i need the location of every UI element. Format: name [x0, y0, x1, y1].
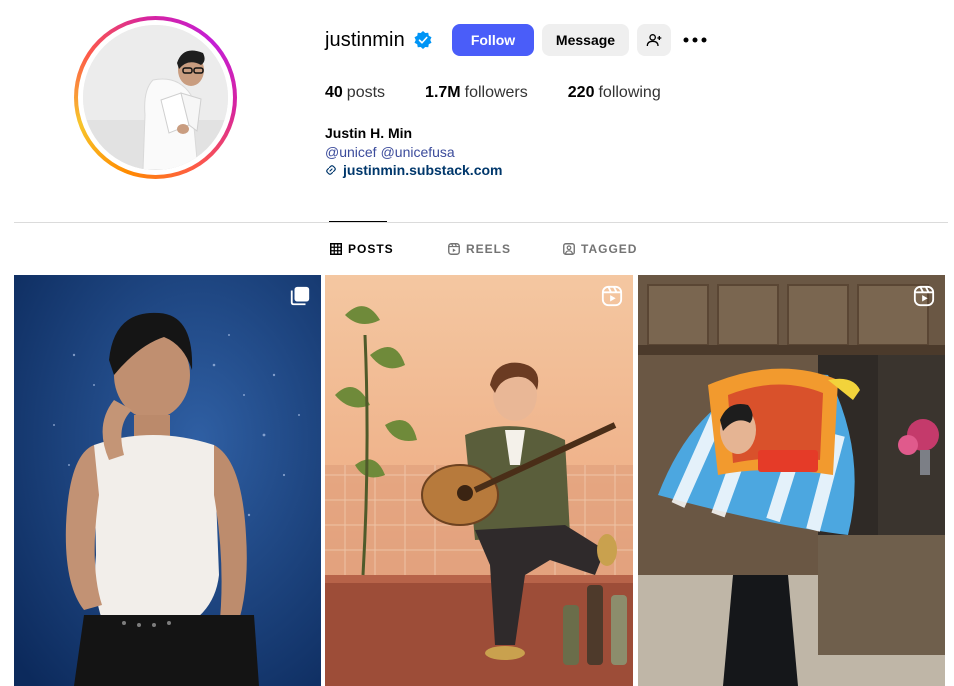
options-button[interactable]: [681, 28, 709, 52]
external-link[interactable]: justinmin.substack.com: [325, 162, 502, 178]
grid-icon: [330, 243, 342, 255]
active-tab-indicator: [329, 221, 387, 222]
tab-tagged[interactable]: TAGGED: [563, 242, 637, 256]
stat-value: 1.7M: [425, 84, 461, 101]
post-image: [638, 275, 945, 686]
more-options-icon: [683, 37, 707, 43]
verified-badge-icon: [414, 31, 432, 49]
carousel-icon: [290, 286, 310, 306]
external-link-text: justinmin.substack.com: [343, 162, 503, 178]
avatar-photo: [83, 25, 228, 170]
stat-value: 220: [567, 84, 595, 101]
add-user-icon: [646, 34, 662, 47]
followers-count[interactable]: 1.7M followers: [425, 84, 528, 102]
post-image: [14, 275, 321, 686]
tab-posts[interactable]: POSTS: [330, 242, 394, 256]
message-button[interactable]: Message: [542, 24, 629, 56]
stat-label: posts: [346, 84, 386, 101]
post-image: [325, 275, 633, 686]
posts-count: 40 posts: [325, 84, 385, 102]
post-thumbnail[interactable]: [14, 275, 321, 686]
profile-avatar[interactable]: [83, 25, 228, 170]
mention-link-unicefusa[interactable]: @unicefusa: [381, 144, 455, 160]
tab-reels[interactable]: REELS: [448, 242, 511, 256]
reels-icon: [448, 243, 460, 255]
profile-username: justinmin: [325, 28, 405, 51]
stat-label: followers: [464, 84, 528, 101]
stat-value: 40: [325, 84, 343, 101]
profile-full-name: Justin H. Min: [325, 125, 413, 141]
link-icon: [326, 165, 336, 175]
reel-icon: [601, 285, 623, 307]
post-thumbnail[interactable]: [325, 275, 633, 686]
username-row: justinmin: [325, 22, 433, 58]
profile-tabs: POSTS REELS TAGGED: [0, 242, 954, 258]
tab-label: REELS: [466, 242, 512, 256]
profile-stats: 40 posts 1.7M followers 220 following: [325, 84, 701, 102]
stat-label: following: [598, 84, 661, 101]
header-divider: [14, 222, 948, 223]
mention-link-unicef[interactable]: @unicef: [325, 144, 377, 160]
tab-label: TAGGED: [581, 242, 638, 256]
avatar-gap: [78, 20, 233, 175]
tab-label: POSTS: [348, 242, 394, 256]
post-thumbnail[interactable]: [638, 275, 945, 686]
bio-mentions: @unicef @unicefusa: [325, 144, 459, 160]
tagged-icon: [563, 243, 575, 255]
profile-avatar-ring[interactable]: [74, 16, 237, 179]
suggested-users-button[interactable]: [637, 24, 671, 56]
reel-icon: [913, 285, 935, 307]
follow-button[interactable]: Follow: [452, 24, 534, 56]
following-count[interactable]: 220 following: [568, 84, 661, 102]
